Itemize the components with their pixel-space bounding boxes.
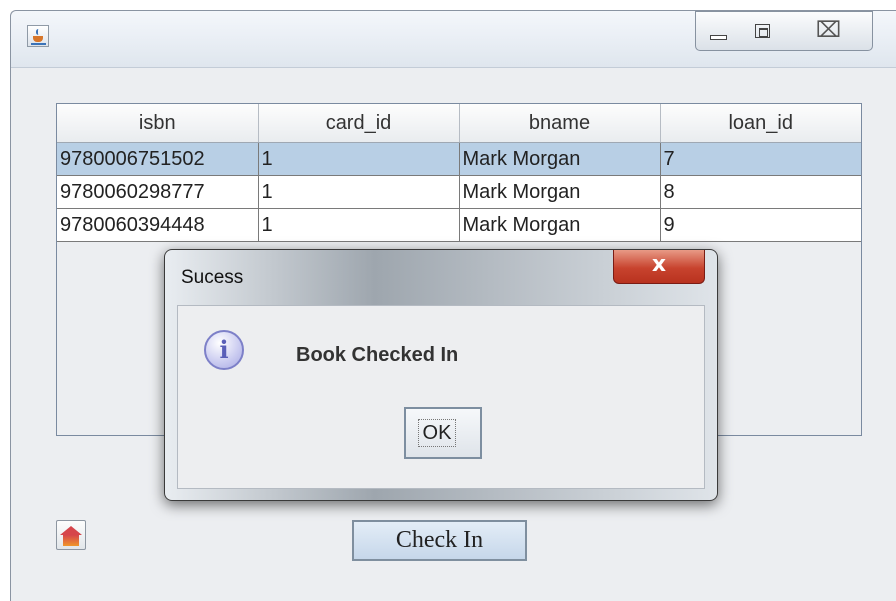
maximize-button[interactable]: [740, 11, 786, 51]
home-button[interactable]: [56, 520, 86, 550]
cell-loan-id[interactable]: 9: [660, 208, 861, 242]
dialog-message: Book Checked In: [296, 344, 459, 366]
home-icon: [60, 526, 82, 535]
dialog-body: i Book Checked In OK: [177, 305, 705, 489]
ok-button[interactable]: OK: [404, 407, 482, 459]
table-row[interactable]: 9780060394448 1 Mark Morgan 9: [57, 208, 861, 242]
minimize-icon: [710, 35, 727, 40]
info-icon: i: [204, 330, 244, 370]
ok-button-label: OK: [418, 419, 456, 447]
maximize-icon: [755, 24, 770, 38]
cell-card-id[interactable]: 1: [258, 175, 460, 209]
column-header-card-id[interactable]: card_id: [258, 104, 460, 143]
dialog-title: Sucess: [181, 267, 244, 288]
cell-bname[interactable]: Mark Morgan: [459, 175, 661, 209]
cell-bname[interactable]: Mark Morgan: [459, 142, 661, 176]
dialog-close-button[interactable]: x: [613, 250, 705, 284]
table-row[interactable]: 9780060298777 1 Mark Morgan 8: [57, 175, 861, 209]
cell-loan-id[interactable]: 8: [660, 175, 861, 209]
close-icon: x: [651, 252, 667, 277]
java-cup-icon[interactable]: [27, 25, 49, 47]
column-header-loan-id[interactable]: loan_id: [660, 104, 861, 143]
window-close-button[interactable]: ⌧: [785, 11, 873, 51]
column-header-isbn[interactable]: isbn: [57, 104, 259, 143]
cell-loan-id[interactable]: 7: [660, 142, 861, 176]
success-dialog: Sucess x i Book Checked In OK: [164, 249, 718, 501]
cell-bname[interactable]: Mark Morgan: [459, 208, 661, 242]
cell-isbn[interactable]: 9780006751502: [57, 142, 259, 176]
column-header-bname[interactable]: bname: [459, 104, 661, 143]
cell-card-id[interactable]: 1: [258, 142, 460, 176]
cell-card-id[interactable]: 1: [258, 208, 460, 242]
minimize-button[interactable]: [695, 11, 741, 51]
close-icon: ⌧: [815, 18, 842, 43]
table-row[interactable]: 9780006751502 1 Mark Morgan 7: [57, 142, 861, 176]
table-header-row: isbn card_id bname loan_id: [57, 104, 861, 143]
cell-isbn[interactable]: 9780060394448: [57, 208, 259, 242]
cell-isbn[interactable]: 9780060298777: [57, 175, 259, 209]
check-in-button[interactable]: Check In: [352, 520, 527, 561]
